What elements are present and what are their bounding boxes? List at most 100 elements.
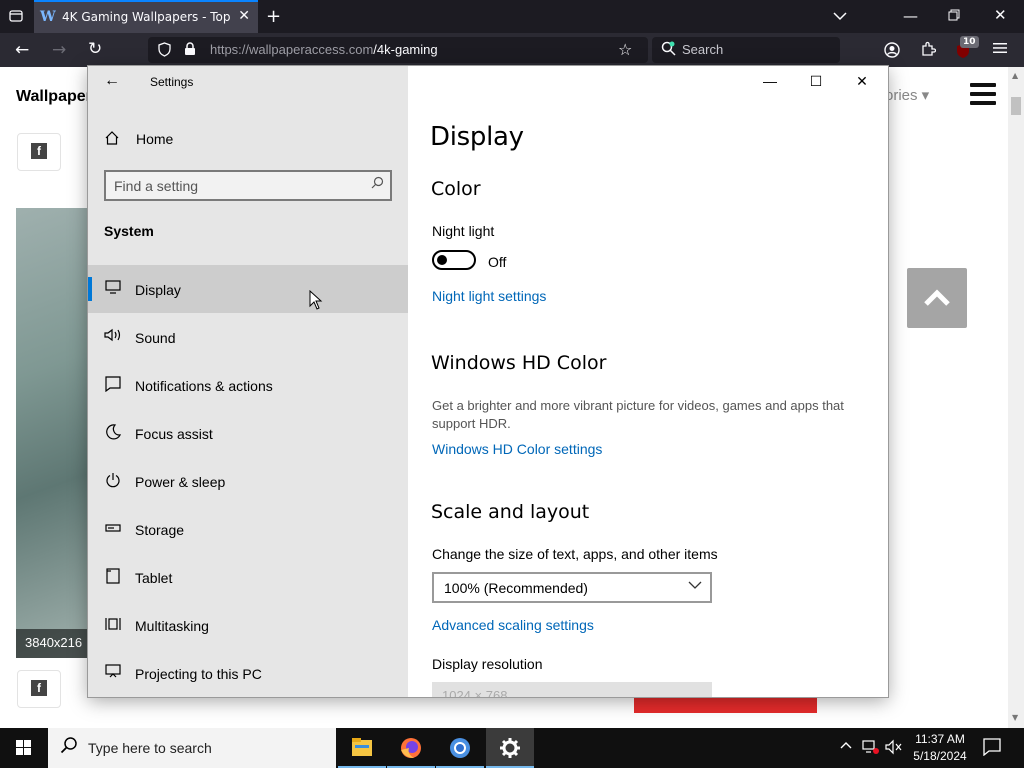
close-icon[interactable]: ✕ [839, 66, 885, 98]
page-title: Display [430, 122, 524, 152]
window-close-icon[interactable]: ✕ [994, 8, 1007, 23]
nav-item-display[interactable]: Display [88, 265, 408, 313]
taskbar-search[interactable]: Type here to search [48, 728, 336, 768]
nav-item-label: Notifications & actions [135, 378, 273, 394]
taskbar-search-placeholder: Type here to search [88, 740, 212, 756]
url-path: /4k-gaming [373, 42, 438, 57]
extensions-icon[interactable] [920, 41, 937, 60]
scroll-up-icon[interactable]: ▲ [1012, 71, 1018, 80]
settings-nav-list: Display Sound Notifications & actions Fo… [88, 265, 408, 697]
address-bar[interactable]: https://wallpaperaccess.com/4k-gaming ☆ [148, 37, 648, 63]
browser-nav-bar: ← → ↻ https://wallpaperaccess.com/4k-gam… [0, 33, 1024, 67]
nav-item-label: Display [135, 282, 181, 298]
maximize-icon[interactable]: ☐ [793, 66, 839, 98]
chevron-down-icon [688, 579, 702, 593]
night-light-label: Night light [432, 223, 495, 239]
tab-list-icon[interactable] [9, 9, 23, 26]
minimize-icon[interactable]: — [903, 9, 918, 24]
hdr-heading: Windows HD Color [431, 352, 607, 374]
nav-item-storage[interactable]: Storage [88, 505, 408, 553]
scale-heading: Scale and layout [431, 501, 590, 523]
chevron-down-icon[interactable] [833, 9, 847, 24]
nav-item-projecting[interactable]: Projecting to this PC [88, 649, 408, 697]
restore-icon[interactable] [948, 9, 960, 24]
search-icon [60, 736, 78, 759]
monitor-icon [104, 280, 122, 298]
url-text[interactable]: https://wallpaperaccess.com/4k-gaming [210, 42, 438, 57]
nav-item-label: Power & sleep [135, 474, 226, 490]
nav-item-focus-assist[interactable]: Focus assist [88, 409, 408, 457]
power-icon [104, 472, 122, 490]
nav-item-multitasking[interactable]: Multitasking [88, 601, 408, 649]
night-light-state: Off [488, 254, 507, 270]
taskbar-clock[interactable]: 11:37 AM 5/18/2024 [905, 731, 975, 765]
back-arrow-icon[interactable]: ← [15, 42, 29, 59]
resolution-label: Display resolution [432, 656, 543, 672]
storage-icon [104, 520, 122, 538]
scale-dropdown[interactable]: 100% (Recommended) [432, 572, 712, 603]
facebook-share-button-bottom[interactable]: f [17, 670, 61, 708]
hdr-settings-link[interactable]: Windows HD Color settings [432, 441, 602, 457]
taskbar: Type here to search 11:37 AM 5/18/2024 [0, 728, 1024, 768]
browser-tab-active[interactable]: W 4K Gaming Wallpapers - Top Free ✕ [34, 0, 258, 33]
nav-item-label: Sound [135, 330, 176, 346]
notification-icon [104, 376, 122, 394]
search-box[interactable]: Search [652, 37, 840, 63]
reload-icon[interactable]: ↻ [88, 41, 102, 58]
url-host: https://wallpaperaccess.com [210, 42, 374, 57]
volume-icon[interactable] [885, 739, 903, 759]
start-button[interactable] [0, 728, 48, 768]
network-icon[interactable] [862, 739, 880, 759]
find-setting-input[interactable] [114, 176, 354, 195]
home-icon [104, 130, 120, 151]
menu-icon[interactable] [993, 42, 1007, 57]
search-icon[interactable] [371, 176, 384, 192]
speaker-icon [104, 328, 122, 346]
nav-item-label: Tablet [135, 570, 173, 586]
scrollbar-thumb[interactable] [1011, 97, 1021, 115]
scroll-down-icon[interactable]: ▼ [1012, 713, 1018, 722]
nav-item-notifications[interactable]: Notifications & actions [88, 361, 408, 409]
minimize-icon[interactable]: — [747, 66, 793, 98]
search-icon [661, 41, 676, 59]
settings-sidebar: ← Settings Home System Display Sound [88, 66, 408, 697]
close-icon[interactable]: ✕ [238, 8, 250, 24]
clock-time: 11:37 AM [915, 732, 965, 746]
firefox-icon[interactable] [387, 728, 435, 768]
tablet-icon [104, 568, 122, 586]
nav-home[interactable]: Home [104, 128, 394, 154]
night-light-settings-link[interactable]: Night light settings [432, 288, 546, 304]
action-center-icon[interactable] [983, 738, 1001, 760]
night-light-toggle[interactable] [432, 250, 476, 270]
categories-menu[interactable]: ories ▾ [885, 86, 929, 104]
browser-tab-bar: W 4K Gaming Wallpapers - Top Free ✕ + — … [0, 0, 1024, 33]
chrome-icon[interactable] [436, 728, 484, 768]
chevron-up-icon [924, 289, 950, 306]
nav-item-label: Projecting to this PC [135, 666, 262, 682]
site-brand[interactable]: Wallpaper [16, 88, 92, 106]
nav-item-sound[interactable]: Sound [88, 313, 408, 361]
forward-arrow-icon[interactable]: → [52, 42, 66, 59]
lock-icon[interactable] [184, 42, 196, 59]
color-heading: Color [431, 178, 481, 200]
settings-app-icon[interactable] [486, 728, 534, 768]
extension-badge: 10 [960, 36, 979, 48]
shield-icon[interactable] [158, 42, 171, 60]
section-heading: System [104, 223, 154, 239]
chevron-up-icon[interactable] [839, 738, 853, 756]
page-scrollbar[interactable]: ▲ ▼ [1008, 67, 1024, 728]
file-explorer-icon[interactable] [338, 728, 386, 768]
nav-item-power-sleep[interactable]: Power & sleep [88, 457, 408, 505]
hamburger-menu-icon[interactable] [970, 83, 996, 105]
find-setting-box[interactable] [104, 170, 392, 201]
account-icon[interactable] [884, 42, 900, 61]
back-arrow-icon[interactable]: ← [104, 72, 120, 90]
resolution-dropdown[interactable]: 1024 × 768 [432, 682, 712, 697]
plus-icon[interactable]: + [266, 8, 281, 26]
facebook-share-button[interactable]: f [17, 133, 61, 171]
star-icon[interactable]: ☆ [618, 42, 632, 58]
search-label: Search [682, 42, 724, 57]
scroll-to-top-button[interactable] [907, 268, 967, 328]
nav-item-tablet[interactable]: Tablet [88, 553, 408, 601]
advanced-scaling-link[interactable]: Advanced scaling settings [432, 617, 594, 633]
